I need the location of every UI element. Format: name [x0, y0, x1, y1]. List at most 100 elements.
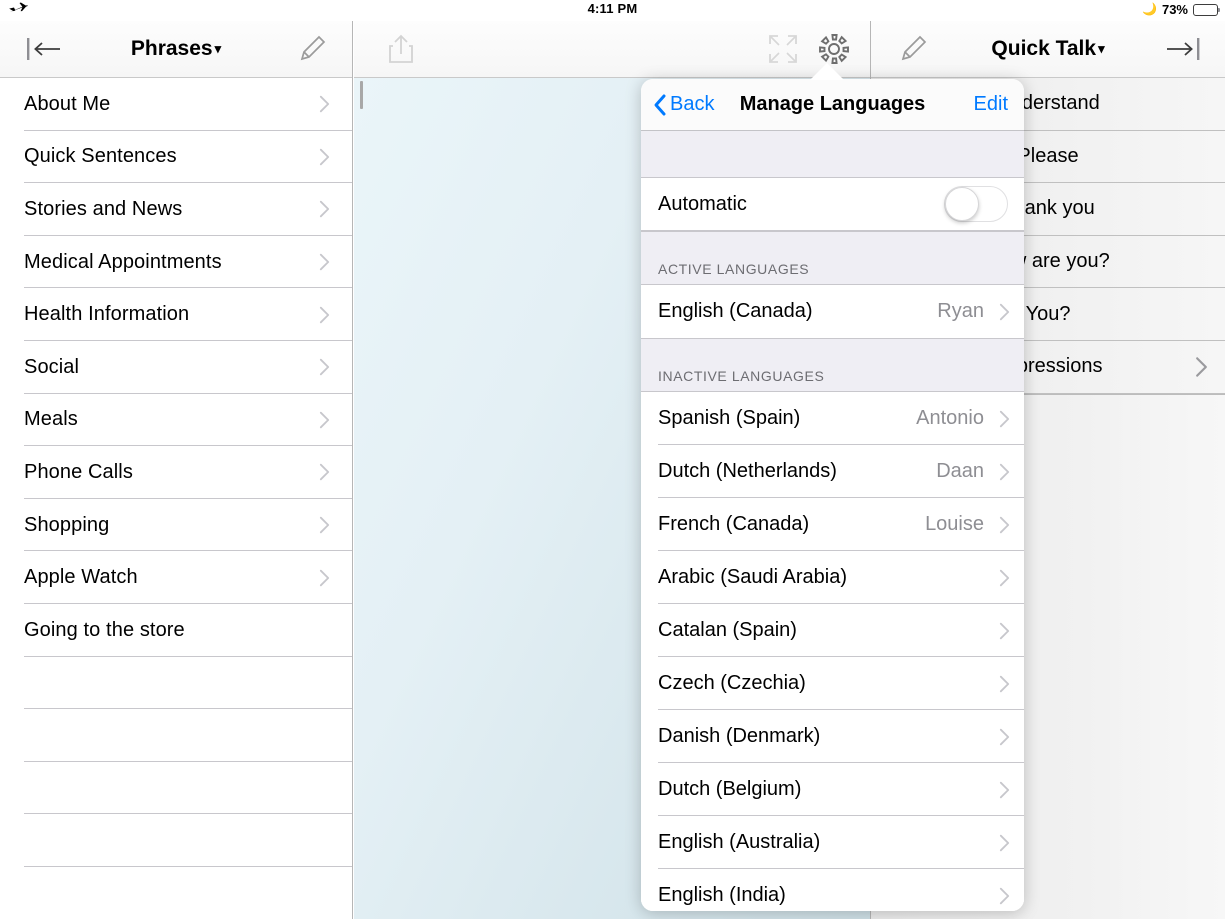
automatic-toggle[interactable] [944, 186, 1008, 222]
list-item-empty[interactable] [0, 762, 352, 815]
battery-icon [1193, 4, 1218, 16]
phrases-navbar: Phrases▾ [0, 21, 352, 78]
language-voice: Ryan [937, 300, 984, 323]
expand-button[interactable] [766, 32, 800, 66]
popover-back-button[interactable]: Back [653, 93, 714, 117]
back-button[interactable] [24, 32, 66, 66]
language-voice: Antonio [916, 407, 984, 430]
list-item[interactable]: Shopping [0, 499, 352, 552]
section-header-label: ACTIVE LANGUAGES [658, 261, 809, 277]
list-item-empty[interactable] [0, 814, 352, 867]
list-item-label: Social [24, 356, 79, 379]
chevron-right-icon [999, 674, 1010, 693]
language-name: French (Canada) [658, 513, 809, 536]
chevron-right-icon [319, 568, 330, 587]
popover-header: Back Manage Languages Edit [641, 79, 1024, 131]
toggle-knob [945, 187, 979, 221]
language-name: Danish (Denmark) [658, 725, 820, 748]
list-item-label: Meals [24, 408, 78, 431]
language-row[interactable]: Spanish (Spain)Antonio [641, 392, 1024, 445]
list-item-label: Stories and News [24, 198, 182, 221]
list-item-label: Phone Calls [24, 461, 133, 484]
chevron-right-icon [999, 780, 1010, 799]
chevron-down-icon: ▾ [1098, 41, 1105, 56]
chevron-right-icon [999, 833, 1010, 852]
list-item-empty[interactable] [0, 867, 352, 919]
list-item[interactable]: Apple Watch [0, 551, 352, 604]
list-item[interactable]: Health Information [0, 288, 352, 341]
language-name: English (India) [658, 884, 786, 907]
language-row[interactable]: Arabic (Saudi Arabia) [641, 551, 1024, 604]
language-voice: Daan [936, 460, 984, 483]
phrases-list[interactable]: About Me Quick Sentences Stories and News M… [0, 78, 352, 919]
chevron-right-icon [999, 409, 1010, 428]
language-row[interactable]: Dutch (Netherlands) Daan [641, 445, 1024, 498]
popover-top-spacer [641, 131, 1024, 178]
list-item[interactable]: Stories and News [0, 183, 352, 236]
status-bar: 4:11 PM 🌙 73% [0, 0, 1225, 21]
list-item-label: Apple Watch [24, 566, 138, 589]
list-item[interactable]: Social [0, 341, 352, 394]
language-row[interactable]: English (Canada) Ryan [641, 285, 1024, 338]
language-name: Dutch (Netherlands) [658, 460, 837, 483]
list-item-label: Quick Sentences [24, 145, 177, 168]
list-item-empty[interactable] [0, 657, 352, 710]
app-screen: 4:11 PM 🌙 73% Phrases▾ [0, 0, 1225, 919]
chevron-right-icon [999, 302, 1010, 321]
chevron-right-icon [319, 358, 330, 377]
chevron-right-icon [319, 305, 330, 324]
battery-percent-label: 73% [1162, 2, 1188, 17]
quick-talk-item-label: Please [1017, 145, 1078, 168]
edit-quick-talk-button[interactable] [895, 31, 931, 67]
popover-edit-button[interactable]: Edit [974, 93, 1008, 116]
automatic-row[interactable]: Automatic [641, 178, 1024, 231]
list-item-empty[interactable] [0, 709, 352, 762]
list-item[interactable]: Meals [0, 394, 352, 447]
language-row[interactable]: French (Canada) Louise [641, 498, 1024, 551]
language-row[interactable]: English (India) [641, 869, 1024, 911]
language-name: English (Australia) [658, 831, 820, 854]
language-voice: Louise [925, 513, 984, 536]
list-item[interactable]: About Me [0, 78, 352, 131]
quick-talk-title-text: Quick Talk [991, 37, 1096, 60]
language-name: Catalan (Spain) [658, 619, 797, 642]
chevron-right-icon [999, 462, 1010, 481]
phrases-title-text: Phrases [131, 37, 213, 60]
section-header: ACTIVE LANGUAGES [641, 231, 1024, 285]
language-row[interactable]: English (Australia) [641, 816, 1024, 869]
text-cursor [360, 81, 363, 109]
chevron-right-icon [999, 886, 1010, 905]
section-header: INACTIVE LANGUAGES [641, 338, 1024, 392]
chevron-right-icon [319, 516, 330, 535]
share-button[interactable] [384, 30, 418, 68]
status-time: 4:11 PM [0, 1, 1225, 16]
settings-button[interactable] [816, 31, 852, 67]
forward-button[interactable] [1161, 32, 1203, 66]
chevron-right-icon [319, 200, 330, 219]
list-item[interactable]: Going to the store [0, 604, 352, 657]
language-row[interactable]: Danish (Denmark) [641, 710, 1024, 763]
list-item[interactable]: Phone Calls [0, 446, 352, 499]
compose-navbar [354, 21, 870, 78]
list-item-label: Shopping [24, 514, 109, 537]
chevron-right-icon [1195, 356, 1208, 378]
chevron-right-icon [319, 95, 330, 114]
language-name: English (Canada) [658, 300, 813, 323]
language-row[interactable]: Czech (Czechia) [641, 657, 1024, 710]
language-row[interactable]: Dutch (Belgium) [641, 763, 1024, 816]
popover-body: Automatic ACTIVE LANGUAGES English (Canad… [641, 131, 1024, 911]
chevron-right-icon [999, 727, 1010, 746]
language-row[interactable]: Catalan (Spain) [641, 604, 1024, 657]
phrases-pane: Phrases▾ About Me Quick Sentences Stories … [0, 21, 353, 919]
do-not-disturb-icon: 🌙 [1142, 1, 1157, 18]
language-name: Dutch (Belgium) [658, 778, 801, 801]
chevron-right-icon [999, 515, 1010, 534]
chevron-right-icon [319, 253, 330, 272]
popover-back-label: Back [670, 93, 714, 116]
edit-phrases-button[interactable] [294, 31, 330, 67]
chevron-right-icon [319, 147, 330, 166]
chevron-right-icon [319, 410, 330, 429]
list-item[interactable]: Medical Appointments [0, 236, 352, 289]
chevron-left-icon [653, 93, 667, 117]
list-item[interactable]: Quick Sentences [0, 131, 352, 184]
